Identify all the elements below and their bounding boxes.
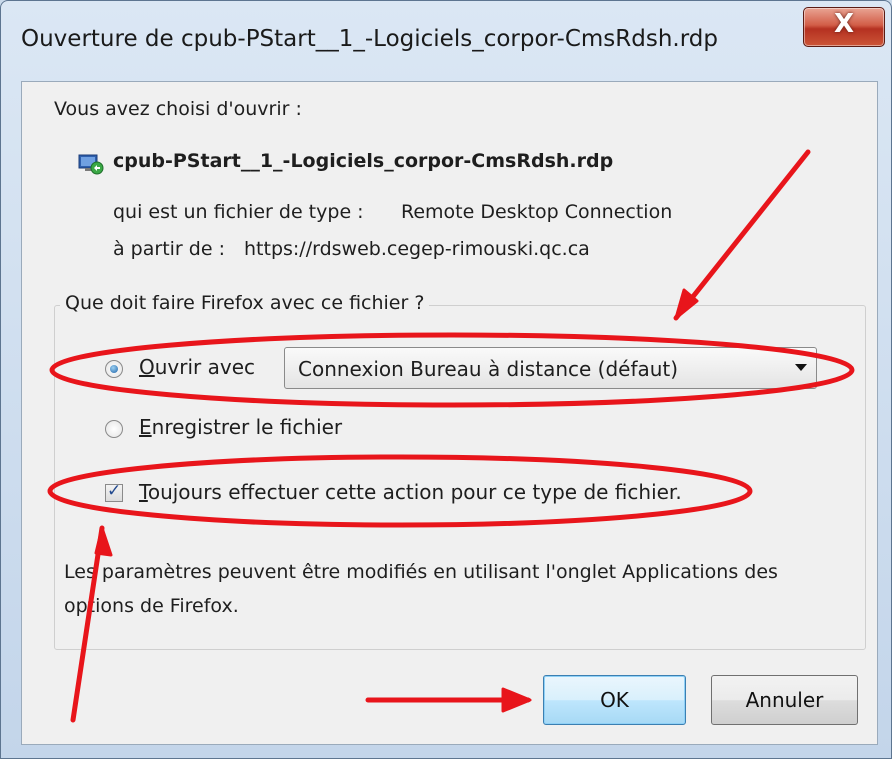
checkmark-icon: ✓ [107,481,122,501]
cancel-button[interactable]: Annuler [711,675,858,725]
dialog-body: Vous avez choisi d'ouvrir : cpub-PStart_… [21,81,878,745]
group-legend: Que doit faire Firefox avec ce fichier ? [60,292,430,314]
save-file-label[interactable]: Enregistrer le fichier [139,415,342,439]
always-do-label[interactable]: Toujours effectuer cette action pour ce … [139,480,682,504]
open-with-radio[interactable] [105,360,123,378]
close-button[interactable]: X [803,7,885,47]
ok-button[interactable]: OK [543,675,686,725]
application-select[interactable]: Connexion Bureau à distance (défaut) [284,347,817,389]
open-with-label[interactable]: Ouvrir avec [139,355,255,379]
remote-desktop-icon [78,154,104,175]
settings-note-line-1: Les paramètres peuvent être modifiés en … [64,561,778,583]
chevron-down-icon [795,364,807,371]
file-type-label: qui est un fichier de type : [113,201,364,223]
file-name: cpub-PStart__1_-Logiciels_corpor-CmsRdsh… [113,150,614,172]
always-do-accesskey: T [139,480,148,504]
settings-note-line-2: options de Firefox. [64,595,239,617]
title-bar[interactable]: Ouverture de cpub-PStart__1_-Logiciels_c… [1,1,891,79]
intro-text: Vous avez choisi d'ouvrir : [54,98,302,120]
open-with-label-rest: uvrir avec [154,355,256,379]
save-file-label-rest: nregistrer le fichier [151,415,343,439]
application-select-value: Connexion Bureau à distance (défaut) [298,357,679,381]
always-do-label-rest: oujours effectuer cette action pour ce t… [147,480,682,504]
window-title: Ouverture de cpub-PStart__1_-Logiciels_c… [21,26,718,52]
save-file-radio[interactable] [105,420,123,438]
save-file-accesskey: E [139,415,152,439]
download-dialog: Ouverture de cpub-PStart__1_-Logiciels_c… [0,0,892,759]
source-label: à partir de : [113,238,225,260]
always-do-checkbox[interactable]: ✓ [105,481,123,502]
file-type-value: Remote Desktop Connection [401,201,673,223]
source-value: https://rdsweb.cegep-rimouski.qc.ca [244,238,590,260]
open-with-accesskey: O [139,355,155,379]
close-icon: X [833,9,855,39]
